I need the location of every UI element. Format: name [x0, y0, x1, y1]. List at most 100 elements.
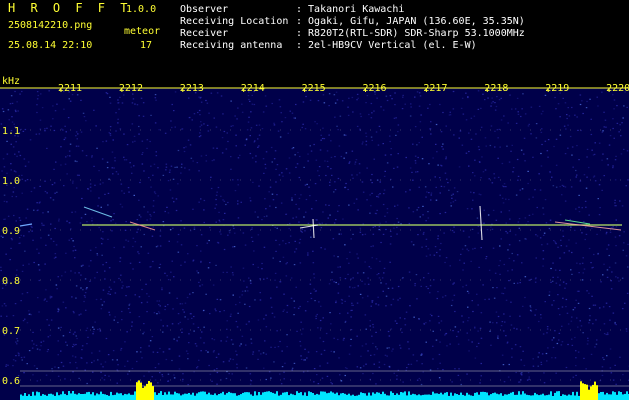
noise-speck: [136, 231, 138, 233]
noise-speck: [190, 313, 192, 315]
noise-speck: [101, 158, 104, 160]
power-bar: [568, 394, 570, 400]
noise-speck: [273, 124, 276, 126]
power-bar: [294, 395, 296, 400]
noise-speck: [511, 348, 513, 350]
noise-speck: [527, 170, 529, 172]
noise-speck: [513, 282, 515, 284]
noise-speck: [622, 308, 624, 310]
noise-speck: [164, 210, 166, 213]
power-bar: [596, 385, 598, 400]
noise-speck: [412, 179, 414, 181]
noise-speck: [237, 203, 239, 205]
noise-speck: [191, 317, 193, 319]
noise-speck: [612, 167, 614, 169]
noise-speck: [136, 104, 139, 106]
noise-speck: [313, 381, 315, 383]
noise-speck: [348, 262, 350, 264]
noise-speck: [578, 211, 581, 213]
power-bar: [506, 394, 508, 400]
noise-speck: [14, 303, 17, 305]
power-bar: [274, 393, 276, 400]
noise-speck: [354, 286, 356, 289]
noise-speck: [588, 247, 591, 250]
noise-speck: [388, 335, 391, 337]
noise-speck: [251, 227, 253, 229]
noise-speck: [463, 262, 465, 264]
noise-speck: [182, 373, 184, 375]
noise-speck: [316, 313, 318, 316]
noise-speck: [489, 144, 492, 147]
noise-speck: [105, 261, 108, 264]
noise-speck: [80, 287, 82, 289]
noise-speck: [542, 213, 545, 215]
noise-speck: [389, 135, 391, 137]
noise-speck: [244, 244, 247, 246]
noise-speck: [337, 210, 339, 212]
noise-speck: [247, 95, 250, 97]
noise-speck: [113, 246, 115, 249]
power-bar: [44, 394, 46, 400]
noise-speck: [85, 288, 88, 290]
noise-speck: [221, 152, 224, 154]
noise-speck: [470, 260, 472, 262]
noise-speck: [472, 248, 474, 250]
noise-speck: [354, 161, 357, 163]
noise-speck: [466, 208, 469, 210]
noise-speck: [365, 135, 368, 138]
noise-speck: [248, 98, 250, 101]
noise-speck: [442, 369, 444, 371]
noise-speck: [295, 248, 298, 250]
noise-speck: [453, 231, 455, 233]
noise-speck: [3, 200, 6, 202]
noise-speck: [217, 353, 220, 355]
noise-speck: [476, 345, 478, 348]
power-bar: [412, 393, 414, 400]
noise-speck: [47, 336, 50, 338]
noise-speck: [263, 246, 266, 248]
noise-speck: [440, 320, 443, 322]
noise-speck: [484, 99, 486, 101]
noise-speck: [228, 230, 231, 232]
noise-speck: [291, 112, 294, 114]
noise-speck: [28, 231, 30, 233]
noise-speck: [94, 321, 96, 323]
noise-speck: [565, 128, 567, 130]
noise-speck: [113, 213, 115, 215]
noise-speck: [423, 277, 425, 279]
power-bar: [184, 393, 186, 400]
noise-speck: [237, 217, 240, 219]
noise-speck: [109, 293, 111, 295]
noise-speck: [614, 159, 617, 161]
noise-speck: [9, 103, 12, 105]
noise-speck: [445, 158, 447, 160]
noise-speck: [372, 226, 374, 228]
noise-speck: [108, 375, 110, 377]
noise-speck: [551, 176, 553, 178]
noise-speck: [150, 266, 152, 268]
noise-speck: [140, 381, 142, 383]
noise-speck: [290, 277, 293, 279]
noise-speck: [472, 310, 474, 313]
noise-speck: [317, 383, 320, 385]
noise-speck: [396, 378, 398, 380]
noise-speck: [52, 105, 54, 107]
power-bar: [354, 395, 356, 400]
noise-speck: [576, 317, 578, 319]
noise-speck: [117, 122, 119, 124]
noise-speck: [138, 133, 140, 135]
noise-speck: [395, 134, 397, 136]
noise-speck: [171, 260, 173, 262]
noise-speck: [596, 96, 598, 98]
noise-speck: [374, 225, 376, 228]
noise-speck: [607, 333, 609, 336]
noise-speck: [571, 338, 573, 340]
noise-speck: [193, 228, 196, 230]
power-bar: [310, 392, 312, 400]
noise-speck: [521, 188, 524, 190]
noise-speck: [388, 347, 390, 349]
power-bar: [546, 395, 548, 400]
noise-speck: [10, 247, 12, 249]
noise-speck: [38, 269, 41, 271]
noise-speck: [18, 237, 21, 239]
